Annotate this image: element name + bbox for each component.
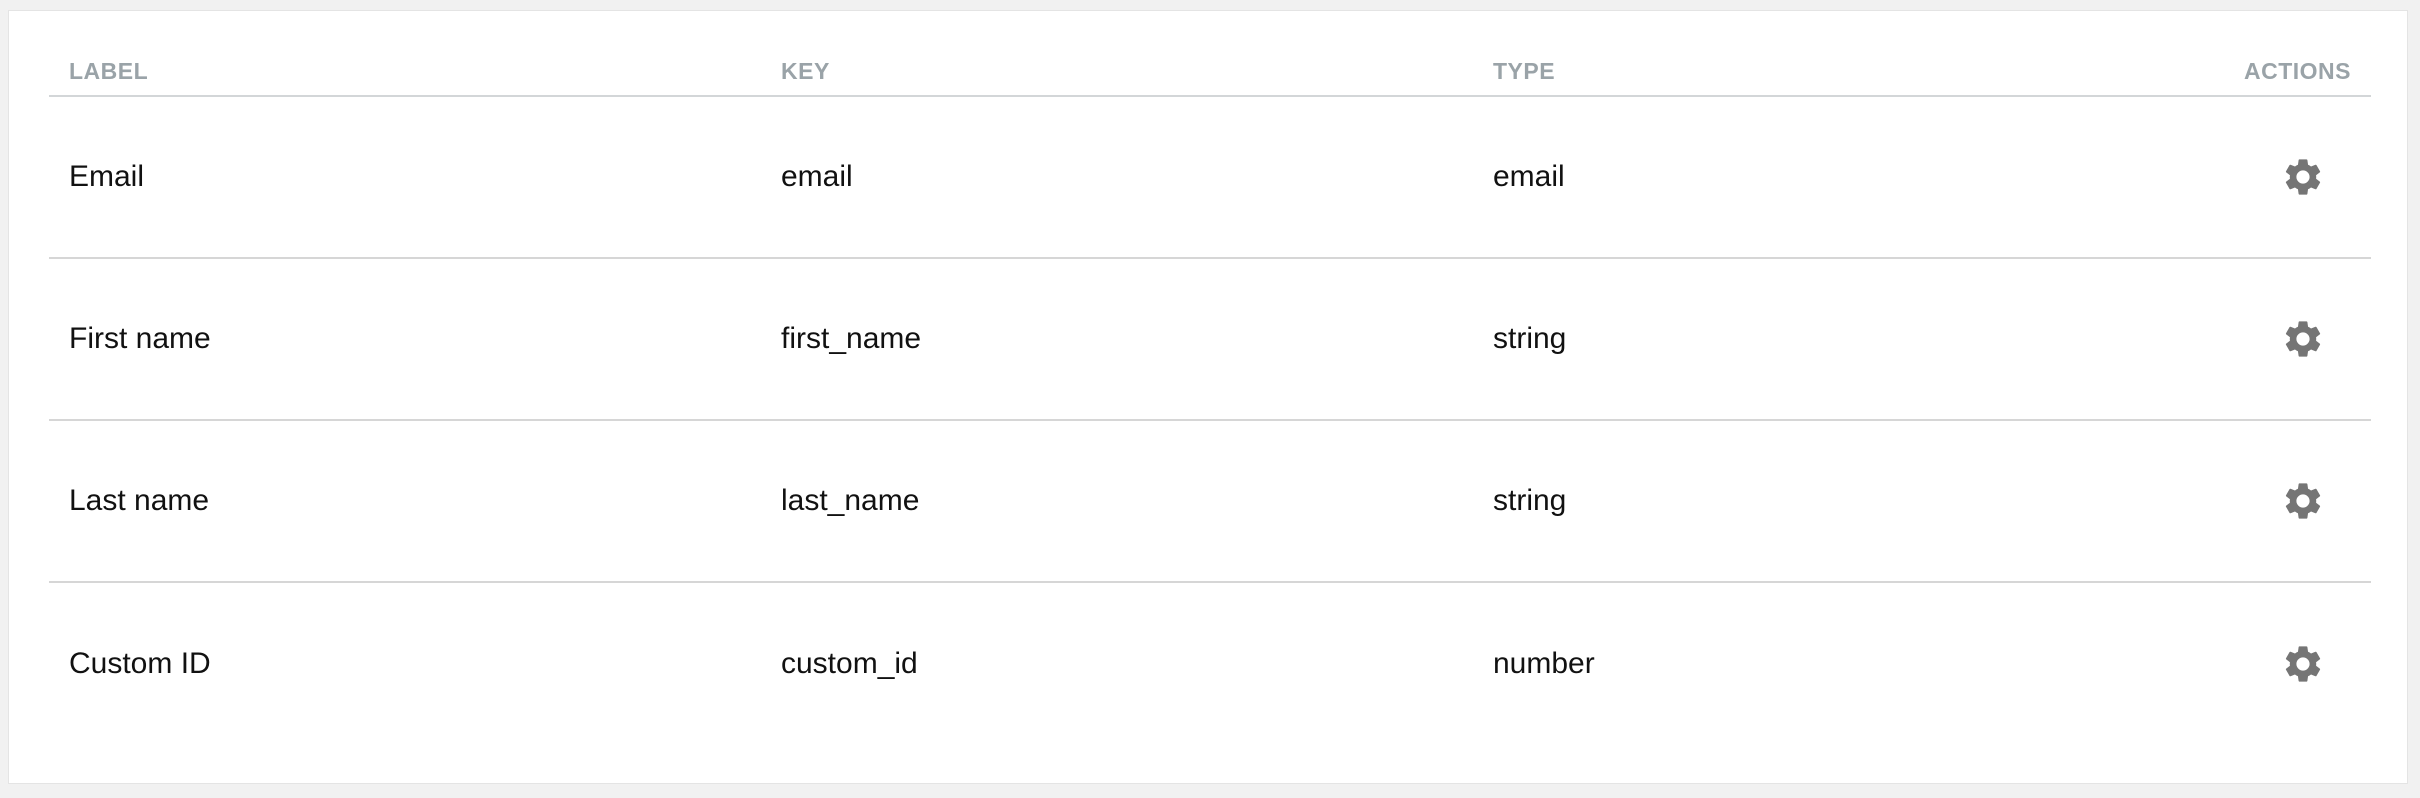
table-row: First name first_name string: [49, 259, 2371, 421]
field-type: string: [1493, 322, 1567, 355]
gear-icon: [2285, 159, 2321, 195]
settings-button[interactable]: [2281, 317, 2325, 361]
field-label: First name: [69, 322, 211, 355]
field-key: email: [781, 160, 853, 193]
settings-button[interactable]: [2281, 479, 2325, 523]
field-key: last_name: [781, 484, 920, 517]
field-label: Email: [69, 160, 145, 193]
field-type: email: [1493, 160, 1565, 193]
table-row: Last name last_name string: [49, 421, 2371, 583]
settings-button[interactable]: [2281, 155, 2325, 199]
field-key: first_name: [781, 322, 922, 355]
fields-card: LABEL KEY TYPE ACTIONS Email email email…: [8, 10, 2408, 784]
settings-button[interactable]: [2281, 642, 2325, 686]
table-row: Email email email: [49, 97, 2371, 259]
field-label: Custom ID: [69, 647, 211, 680]
field-type: number: [1493, 647, 1595, 680]
column-header-type: TYPE: [1493, 58, 1556, 84]
field-label: Last name: [69, 484, 210, 517]
fields-table: LABEL KEY TYPE ACTIONS Email email email…: [49, 11, 2371, 745]
column-header-actions: ACTIONS: [2244, 58, 2351, 84]
table-header: LABEL KEY TYPE ACTIONS: [49, 11, 2371, 97]
table-row: Custom ID custom_id number: [49, 583, 2371, 745]
field-type: string: [1493, 484, 1567, 517]
field-key: custom_id: [781, 647, 918, 680]
gear-icon: [2285, 321, 2321, 357]
gear-icon: [2285, 483, 2321, 519]
gear-icon: [2285, 646, 2321, 682]
column-header-label: LABEL: [69, 58, 149, 84]
column-header-key: KEY: [781, 58, 830, 84]
